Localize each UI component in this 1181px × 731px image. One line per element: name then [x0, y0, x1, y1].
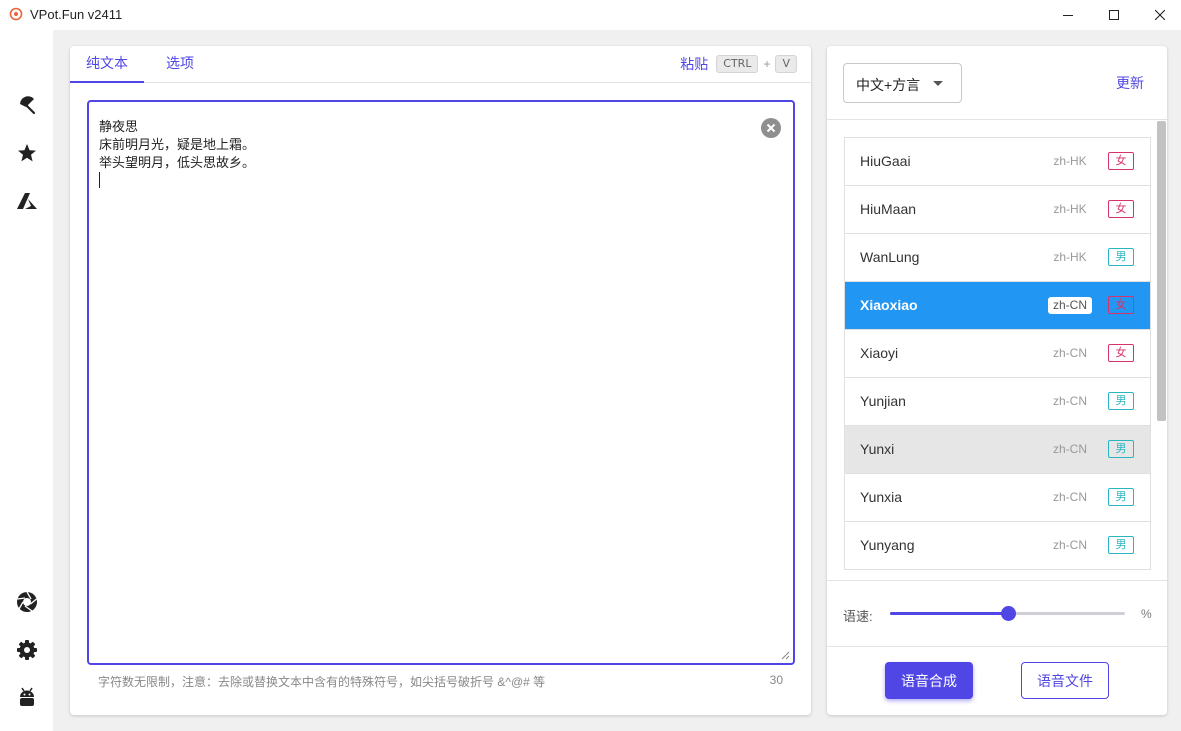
voice-list: HiuGaai zh-HK 女 HiuMaan zh-HK 女 WanLung zh-HK 男 X… [844, 137, 1151, 570]
star-icon [18, 144, 36, 162]
synthesize-button[interactable]: 语音合成 [885, 662, 973, 699]
input-hint: 字符数无限制，注意：去除或替换文本中含有的特殊符号，如尖括号破折号 &^@# 等 [98, 675, 546, 689]
tab-options[interactable]: 选项 [154, 46, 206, 83]
android-icon [20, 687, 34, 706]
speed-slider[interactable] [890, 606, 1125, 621]
voice-item[interactable]: Xiaoxiao zh-CN 女 [845, 282, 1150, 330]
update-button[interactable]: 更新 [1116, 73, 1144, 93]
speed-label: 语速: [843, 609, 873, 624]
audio-file-button[interactable]: 语音文件 [1021, 662, 1109, 699]
voice-name: Yunxi [860, 441, 895, 457]
voice-locale: zh-HK [1053, 202, 1087, 216]
resize-grip-icon[interactable] [780, 650, 790, 660]
voice-locale: zh-CN [1052, 442, 1087, 456]
voice-item[interactable]: WanLung zh-HK 男 [845, 234, 1150, 282]
close-circle-icon [766, 123, 776, 133]
rail-settings-button[interactable] [15, 638, 39, 662]
text-caret [99, 172, 100, 188]
rail-android-button[interactable] [15, 686, 39, 710]
speed-slider-thumb[interactable] [1000, 606, 1016, 621]
voice-item[interactable]: Yunxia zh-CN 男 [845, 474, 1150, 522]
rail-favorites-button[interactable] [15, 141, 39, 165]
voice-name: HiuGaai [860, 153, 911, 169]
maximize-button[interactable] [1091, 0, 1137, 30]
voice-panel: 中文+方言 更新 HiuGaai zh-HK 女 HiuMaan zh-HK 女 WanLu… [827, 46, 1167, 715]
voice-gender-badge: 女 [1108, 296, 1134, 314]
voice-locale: zh-HK [1053, 154, 1087, 168]
voice-gender-badge: 男 [1108, 392, 1134, 410]
voice-name: HiuMaan [860, 201, 917, 217]
paste-button[interactable]: 粘贴 CTRL + V [680, 54, 797, 74]
language-select-value: 中文+方言 [856, 77, 921, 93]
voice-item[interactable]: Yunjian zh-CN 男 [845, 378, 1150, 426]
voice-gender-badge: 男 [1108, 488, 1134, 506]
voice-gender-badge: 女 [1108, 152, 1134, 170]
voice-name: Yunjian [860, 393, 906, 409]
voice-item[interactable]: Yunyang zh-CN 男 [845, 522, 1150, 570]
voice-item[interactable]: HiuGaai zh-HK 女 [845, 138, 1150, 186]
voice-locale: zh-HK [1053, 250, 1087, 264]
rail-aperture-button[interactable] [15, 590, 39, 614]
aperture-icon [17, 591, 37, 612]
app-logo-icon [9, 7, 23, 21]
voice-name: Yunxia [860, 489, 903, 505]
voice-name: Yunyang [860, 537, 915, 553]
editor-tabs: 纯文本 选项 粘贴 CTRL + V [70, 46, 811, 83]
window-title: VPot.Fun v2411 [30, 7, 123, 22]
minimize-icon [1063, 15, 1073, 16]
shortcut-plus: + [763, 57, 771, 71]
maximize-icon [1109, 10, 1119, 20]
divider [827, 580, 1167, 581]
voice-gender-badge: 男 [1108, 440, 1134, 458]
character-count: 30 [769, 673, 783, 687]
voice-name: Xiaoxiao [860, 297, 918, 313]
scrollbar-thumb[interactable] [1157, 121, 1166, 421]
voice-gender-badge: 女 [1108, 200, 1134, 218]
minimize-button[interactable] [1045, 0, 1091, 30]
voice-list-viewport: HiuGaai zh-HK 女 HiuMaan zh-HK 女 WanLung zh-HK 男 X… [827, 120, 1167, 580]
voice-name: WanLung [860, 249, 920, 265]
tab-plain-text[interactable]: 纯文本 [70, 46, 144, 83]
text-input-content: 静夜思床前明月光，疑是地上霜。 举头望明月，低头思故乡。 [99, 118, 255, 190]
editor-panel: 纯文本 选项 粘贴 CTRL + V 静夜思床前明月光，疑是地上霜。 举头望明月，… [70, 46, 811, 715]
speed-slider-fill [890, 612, 1008, 615]
shortcut-key-v: V [775, 55, 797, 73]
voice-gender-badge: 男 [1108, 248, 1134, 266]
close-icon [1155, 10, 1165, 20]
rail-azure-button[interactable] [15, 189, 39, 213]
speed-unit: % [1141, 607, 1152, 621]
voice-locale: zh-CN [1052, 490, 1087, 504]
voice-locale: zh-CN [1052, 394, 1087, 408]
rail-umbrella-button[interactable] [15, 93, 39, 117]
voice-gender-badge: 男 [1108, 536, 1134, 554]
nav-rail [0, 30, 53, 731]
shortcut-key-ctrl: CTRL [716, 55, 759, 73]
text-line: 静夜思 [99, 119, 139, 134]
voice-locale: zh-CN [1052, 538, 1087, 552]
voice-locale: zh-CN [1048, 297, 1092, 314]
close-button[interactable] [1137, 0, 1181, 30]
title-bar: VPot.Fun v2411 [0, 0, 1181, 30]
text-line: 床前明月光，疑是地上霜。 [99, 137, 256, 152]
voice-name: Xiaoyi [860, 345, 899, 361]
text-line: 举头望明月，低头思故乡。 [99, 155, 256, 170]
gear-icon [17, 640, 37, 660]
text-input[interactable]: 静夜思床前明月光，疑是地上霜。 举头望明月，低头思故乡。 [87, 100, 795, 665]
clear-text-button[interactable] [761, 118, 781, 138]
chevron-down-icon [933, 81, 943, 86]
divider [827, 646, 1167, 647]
voice-item[interactable]: Yunxi zh-CN 男 [845, 426, 1150, 474]
paste-label: 粘贴 [680, 56, 709, 72]
voice-gender-badge: 女 [1108, 344, 1134, 362]
umbrella-icon [20, 96, 36, 115]
azure-icon [17, 193, 37, 209]
voice-locale: zh-CN [1052, 346, 1087, 360]
language-select[interactable]: 中文+方言 [843, 63, 962, 103]
voice-item[interactable]: Xiaoyi zh-CN 女 [845, 330, 1150, 378]
voice-item[interactable]: HiuMaan zh-HK 女 [845, 186, 1150, 234]
